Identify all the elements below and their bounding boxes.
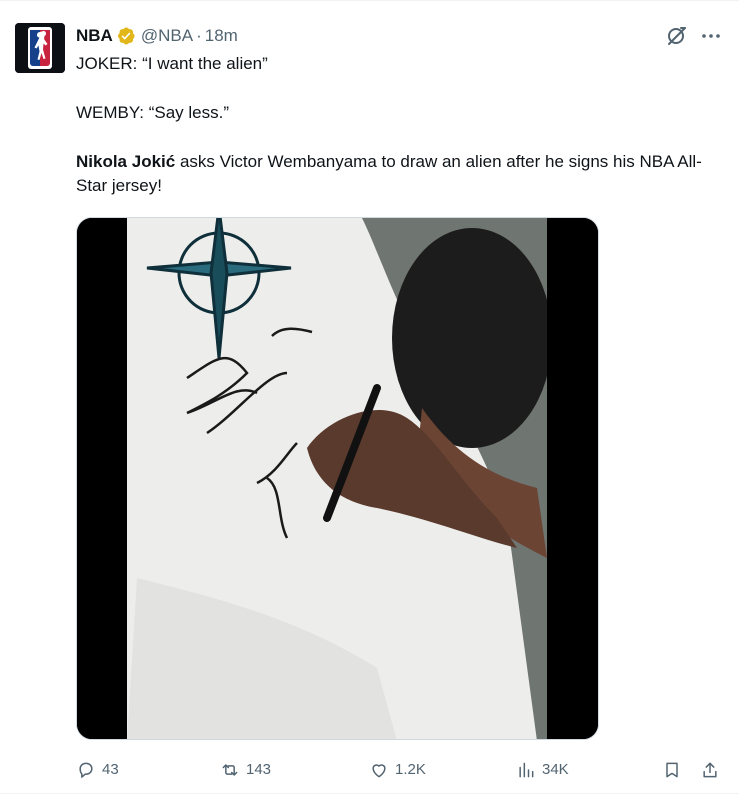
reply-bubble-icon: [79, 762, 93, 778]
views-button[interactable]: 34K: [516, 756, 569, 784]
more-horizontal-icon[interactable]: [699, 24, 723, 48]
post-time[interactable]: 18m: [205, 26, 238, 46]
reply-button[interactable]: 43: [76, 756, 119, 784]
avatar[interactable]: [15, 23, 65, 73]
repost-arrows-icon: [222, 764, 238, 776]
heart-icon: [372, 764, 386, 778]
text-line-joker: JOKER: “I want the alien”: [76, 54, 268, 73]
bookmark-icon: [666, 762, 678, 778]
post-header: NBA @NBA · 18m: [76, 25, 238, 47]
repost-count: 143: [246, 761, 272, 778]
media-video[interactable]: [76, 217, 599, 740]
verified-badge-icon[interactable]: [116, 26, 136, 46]
video-frame-image: [77, 218, 598, 739]
mention-jokic: Nikola Jokić: [76, 152, 176, 171]
bookmark-button[interactable]: [662, 756, 688, 784]
top-divider: [0, 0, 739, 1]
views-bars-icon: [519, 762, 534, 778]
share-upload-icon: [703, 762, 717, 778]
views-count: 34K: [542, 761, 569, 778]
author-name[interactable]: NBA: [76, 26, 113, 46]
text-line-description: Nikola Jokić asks Victor Wembanyama to d…: [76, 150, 716, 198]
like-button[interactable]: 1.2K: [369, 756, 426, 784]
author-handle[interactable]: @NBA: [141, 26, 193, 46]
separator-dot: ·: [196, 26, 202, 45]
repost-button[interactable]: 143: [220, 756, 271, 784]
reply-count: 43: [102, 761, 119, 778]
nba-logo-icon: [15, 23, 65, 73]
action-bar: 43 143 1.2K 34K: [76, 756, 724, 784]
share-button[interactable]: [700, 756, 726, 784]
like-count: 1.2K: [395, 761, 426, 778]
post-text: JOKER: “I want the alien” WEMBY: “Say le…: [76, 52, 716, 198]
text-line-wemby: WEMBY: “Say less.”: [76, 103, 230, 122]
grok-icon[interactable]: [665, 24, 689, 48]
